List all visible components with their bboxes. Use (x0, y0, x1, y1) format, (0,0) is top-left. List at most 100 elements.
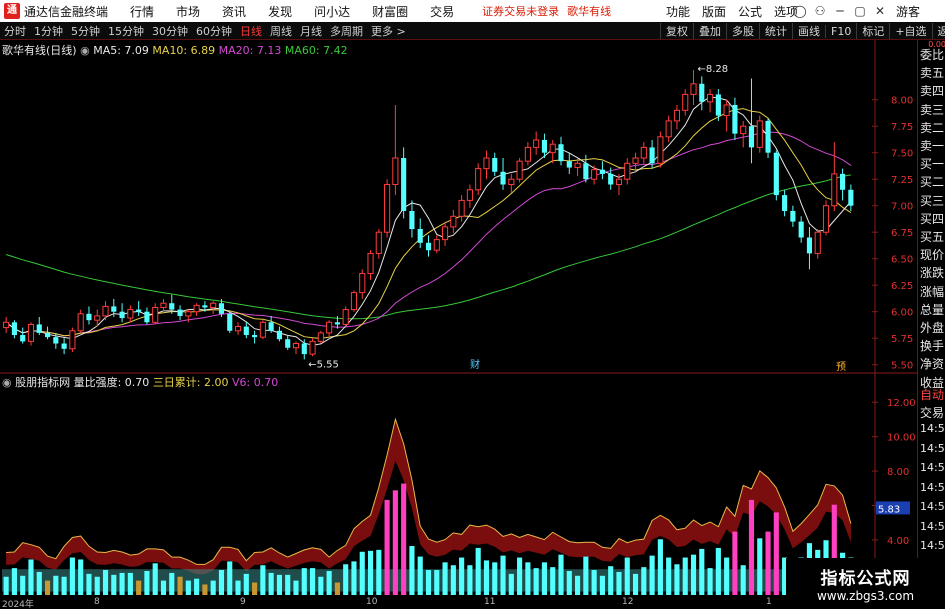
title-bar: 通 通达信金融终端 行情 市场 资讯 发现 问小达 财富圈 交易 证券交易未登录… (0, 0, 945, 22)
candle-body-up (640, 146, 647, 159)
right-menu: 功能 版面 公式 选项 (666, 0, 810, 22)
candle-body-up (292, 343, 300, 349)
menu-item-market[interactable]: 行情 (130, 3, 154, 20)
ma20-label: MA20: 7.13 (218, 44, 282, 57)
guest-user[interactable]: 游客 (896, 3, 920, 20)
candle-body-up (384, 184, 391, 233)
candle-body-down (401, 158, 407, 211)
candle-body-up (533, 139, 540, 148)
side-label-12: 涨跌 (920, 266, 945, 281)
side-label-14: 总量 (920, 302, 945, 317)
candle-body-down (44, 332, 51, 338)
watermark: 指标公式网 www.zbgs3.com (786, 558, 945, 609)
menu-item-assistant[interactable]: 问小达 (314, 3, 350, 20)
indicator-bar (36, 571, 42, 595)
x-tick-dec: 12 (622, 597, 634, 607)
side-time-1: 14:56 (920, 441, 945, 455)
high-price-label: ←8.28 (698, 64, 729, 75)
period-15min[interactable]: 15分钟 (108, 23, 144, 39)
period-monthly[interactable]: 月线 (300, 23, 322, 39)
main-menu: 行情 市场 资讯 发现 问小达 财富圈 交易 (130, 3, 476, 20)
candle-body-down (136, 309, 142, 312)
menu-item-layout[interactable]: 版面 (702, 3, 726, 20)
menu-item-markets[interactable]: 市场 (176, 3, 200, 20)
indicator-bar (459, 557, 465, 595)
menu-item-formula[interactable]: 公式 (738, 3, 762, 20)
side-label-10: 买五 (920, 230, 945, 244)
menu-item-wealth[interactable]: 财富圈 (372, 3, 408, 20)
candle-body-up (326, 321, 333, 334)
period-multi[interactable]: 多周期 (330, 23, 363, 39)
close-icon[interactable]: ✕ (870, 4, 890, 18)
indicator-bar (608, 566, 614, 595)
period-daily[interactable]: 日线 (240, 23, 262, 39)
app-name: 通达信金融终端 (24, 4, 109, 19)
indicator-bar (624, 557, 630, 595)
x-tick-oct: 10 (366, 597, 378, 607)
candle-body-up (359, 273, 366, 294)
indicator-bar (508, 573, 514, 595)
candle-body-up (127, 309, 134, 319)
candle-body-up (657, 136, 664, 164)
maximize-icon[interactable]: ▢ (850, 4, 870, 18)
settings-icon[interactable]: ◉ (80, 44, 93, 57)
period-30min[interactable]: 30分钟 (152, 23, 188, 39)
skin-icon[interactable]: ⚇ (810, 4, 830, 18)
tool-stats[interactable]: 统计 (759, 23, 792, 39)
period-intraday[interactable]: 分时 (4, 23, 26, 39)
candle-body-down (86, 313, 92, 321)
minimize-icon[interactable]: ─ (830, 4, 850, 18)
period-more[interactable]: 更多 > (371, 23, 406, 39)
indicator-bar (666, 557, 672, 595)
period-weekly[interactable]: 周线 (270, 23, 292, 39)
indicator-bar (69, 557, 75, 595)
candle-body-up (309, 340, 316, 355)
tool-adjust[interactable]: 复权 (660, 23, 693, 39)
auto-trade-label[interactable]: 自动 (920, 386, 945, 403)
indicator-bar (61, 576, 67, 595)
trade-label[interactable]: 交易 (920, 404, 945, 421)
indicator-bar (632, 573, 639, 595)
candle-body-down (790, 211, 796, 222)
tool-draw[interactable]: 画线 (792, 23, 825, 39)
price-axis-label: 6.25 (891, 281, 913, 292)
tool-add-watchlist[interactable]: +自选 (889, 23, 931, 39)
side-label-9: 买四 (920, 211, 945, 226)
candle-body-up (185, 311, 192, 317)
candle-body-up (350, 292, 358, 311)
indicator-bar (740, 565, 746, 595)
tool-back[interactable]: 返回 (931, 23, 945, 39)
candle-body-down (765, 120, 771, 153)
period-5min[interactable]: 5分钟 (71, 23, 100, 39)
candle-body-down (252, 335, 258, 338)
menu-item-function[interactable]: 功能 (666, 3, 690, 20)
tool-overlay[interactable]: 叠加 (693, 23, 726, 39)
menu-item-trade[interactable]: 交易 (430, 3, 454, 20)
candle-body-up (152, 306, 159, 323)
tool-multi-stock[interactable]: 多股 (726, 23, 759, 39)
login-warning[interactable]: 证券交易未登录 (482, 3, 559, 19)
candle-body-up (392, 157, 399, 185)
theme-icon[interactable]: ◯ (790, 4, 810, 18)
menu-item-discover[interactable]: 发现 (268, 3, 292, 20)
candle-body-down (409, 211, 415, 230)
tool-f10[interactable]: F10 (825, 24, 856, 38)
indicator-bar (359, 551, 365, 595)
watermark-url: www.zbgs3.com (816, 589, 915, 603)
candle-body-down (566, 161, 572, 168)
candle-body-up (102, 305, 109, 317)
candle-body-down (36, 324, 42, 333)
menu-item-news[interactable]: 资讯 (222, 3, 246, 20)
period-1min[interactable]: 1分钟 (34, 23, 63, 39)
side-label-15: 外盘 (920, 321, 945, 335)
chart-area[interactable]: 8.00 7.75 7.50 7.25 7.00 6.75 6.50 6.25 6.00 5.75… (0, 40, 945, 609)
three-day-label: 三日累计: 2.00 (152, 376, 229, 389)
indicator-settings-icon[interactable]: ◉ (2, 376, 15, 389)
indicator-bar (591, 570, 597, 595)
period-60min[interactable]: 60分钟 (196, 23, 232, 39)
indicator-bar (326, 570, 332, 595)
candlestick-chart[interactable]: 8.00 7.75 7.50 7.25 7.00 6.75 6.50 6.25 6.00 5.75… (0, 40, 917, 609)
price-axis-label: 5.75 (891, 334, 913, 345)
tool-mark[interactable]: 标记 (856, 23, 889, 39)
candle-body-up (367, 252, 374, 275)
